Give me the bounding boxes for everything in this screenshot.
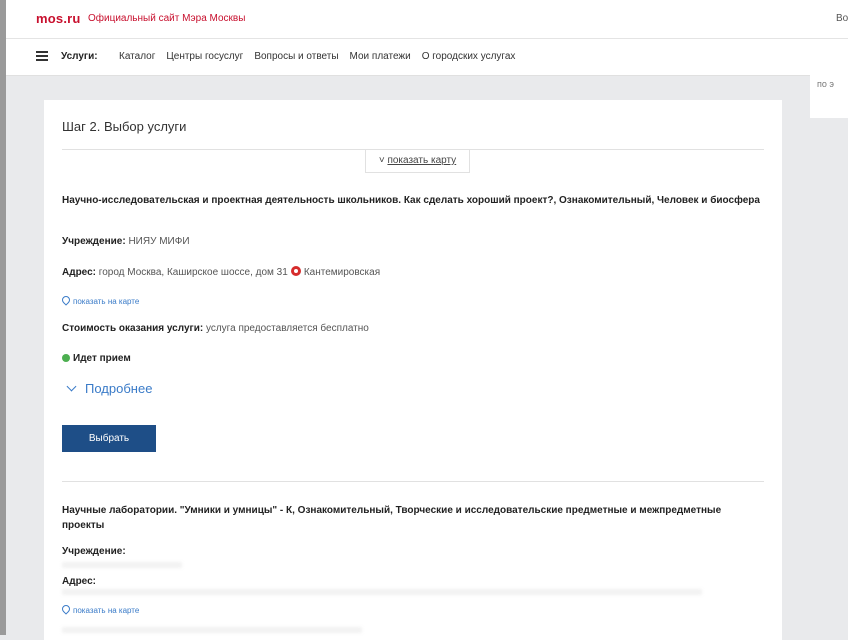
show-map-label: показать карту xyxy=(387,155,457,166)
nav-item-about-services[interactable]: О городских услугах xyxy=(422,51,516,62)
map-pin-icon xyxy=(60,603,72,615)
nav-item-my-payments[interactable]: Мои платежи xyxy=(350,51,411,62)
side-panel-text: по э xyxy=(817,79,834,89)
cost-label: Стоимость оказания услуги: xyxy=(62,323,204,334)
divider xyxy=(62,481,764,482)
institution-row: Учреждение: xyxy=(62,546,126,557)
top-header: mos.ru Официальный сайт Мэра Москвы Во xyxy=(6,0,848,39)
show-on-map-link[interactable]: показать на карте xyxy=(60,603,140,615)
blurred-text xyxy=(62,627,362,633)
site-title[interactable]: Официальный сайт Мэра Москвы xyxy=(88,13,245,24)
show-on-map-label: показать на карте xyxy=(73,297,140,306)
service-selection-card: Шаг 2. Выбор услуги ˅ показать карту Нау… xyxy=(44,100,782,640)
select-button[interactable]: Выбрать xyxy=(62,425,156,452)
nav-item-catalog[interactable]: Каталог xyxy=(119,51,155,62)
left-edge-strip xyxy=(0,0,6,635)
institution-label: Учреждение: xyxy=(62,236,126,247)
blurred-text xyxy=(62,589,702,595)
show-map-toggle[interactable]: ˅ показать карту xyxy=(365,150,470,173)
cost-row: Стоимость оказания услуги: услуга предос… xyxy=(62,323,369,334)
cost-value: услуга предоставляется бесплатно xyxy=(205,323,369,334)
address-row: Адрес: xyxy=(62,576,96,587)
service-title: Научные лаборатории. "Умники и умницы" -… xyxy=(62,505,722,531)
nav-items: Каталог Центры госуслуг Вопросы и ответы… xyxy=(119,51,526,62)
nav-item-faq[interactable]: Вопросы и ответы xyxy=(254,51,338,62)
mos-ru-logo[interactable]: mos.ru xyxy=(36,11,81,26)
blurred-text xyxy=(62,562,182,568)
chevron-down-icon xyxy=(66,381,77,392)
nav-services-label: Услуги: xyxy=(61,51,98,62)
status-text: Идет прием xyxy=(73,353,131,364)
step-title: Шаг 2. Выбор услуги xyxy=(62,119,187,134)
show-on-map-link[interactable]: показать на карте xyxy=(60,294,140,306)
hamburger-menu-icon[interactable] xyxy=(36,51,48,61)
show-on-map-label: показать на карте xyxy=(73,606,140,615)
service-title: Научно-исследовательская и проектная дея… xyxy=(62,195,760,206)
more-details-link[interactable]: Подробнее xyxy=(66,381,153,396)
institution-value: НИЯУ МИФИ xyxy=(128,236,190,247)
more-details-label: Подробнее xyxy=(85,381,153,396)
institution-label: Учреждение: xyxy=(62,546,126,557)
address-label: Адрес: xyxy=(62,576,96,587)
address-label: Адрес: xyxy=(62,267,96,278)
side-panel: по э xyxy=(810,75,848,118)
institution-row: Учреждение: НИЯУ МИФИ xyxy=(62,236,190,247)
map-pin-icon xyxy=(60,294,72,306)
status-row: Идет прием xyxy=(62,353,131,364)
nav-item-service-centers[interactable]: Центры госуслуг xyxy=(166,51,243,62)
metro-station: Кантемировская xyxy=(303,267,381,278)
address-row: Адрес: город Москва, Каширское шоссе, до… xyxy=(62,266,380,278)
address-value: город Москва, Каширское шоссе, дом 31 xyxy=(98,267,288,278)
chevron-down-icon: ˅ xyxy=(378,155,385,166)
header-right-text[interactable]: Во xyxy=(836,13,848,24)
status-dot-icon xyxy=(62,354,70,362)
metro-icon xyxy=(290,266,301,276)
services-navbar: Услуги: Каталог Центры госуслуг Вопросы … xyxy=(6,39,848,76)
